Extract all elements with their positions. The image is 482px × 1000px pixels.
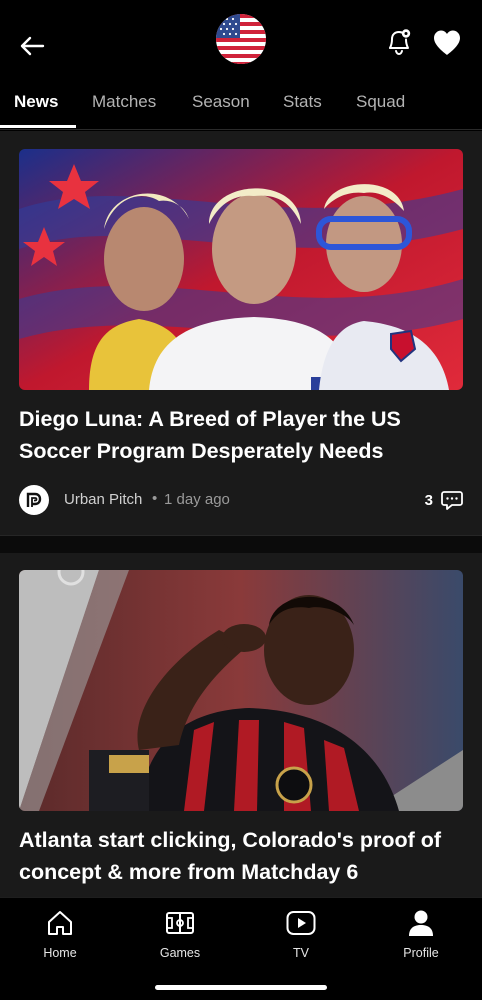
urban-pitch-logo-icon: [26, 492, 42, 507]
nav-tv[interactable]: TV: [261, 908, 341, 960]
nav-profile-label: Profile: [403, 946, 439, 960]
card-divider: [0, 535, 482, 553]
play-icon: [286, 911, 316, 935]
nav-tv-label: TV: [293, 946, 309, 960]
article-image[interactable]: [19, 570, 463, 811]
back-button[interactable]: [14, 28, 50, 64]
tab-stats[interactable]: Stats: [283, 92, 322, 112]
players-graphic: [19, 149, 463, 390]
article-title[interactable]: Diego Luna: A Breed of Player the US Soc…: [19, 403, 463, 467]
meta-separator: •: [152, 490, 158, 507]
section-tabs: News Matches Season Stats Squad: [0, 82, 482, 130]
source-logo[interactable]: [19, 485, 49, 515]
arrow-left-icon: [20, 36, 45, 56]
heart-icon: [434, 30, 460, 55]
person-icon: [409, 910, 433, 936]
tab-matches[interactable]: Matches: [92, 92, 156, 112]
active-tab-indicator: [0, 125, 76, 128]
nav-games[interactable]: Games: [140, 908, 220, 960]
team-flag-usa[interactable]: [216, 14, 266, 64]
source-name[interactable]: Urban Pitch: [64, 491, 142, 508]
news-feed[interactable]: Diego Luna: A Breed of Player the US Soc…: [0, 131, 482, 897]
comments-button[interactable]: 3: [425, 485, 463, 515]
tab-news[interactable]: News: [14, 92, 58, 112]
article-card[interactable]: Diego Luna: A Breed of Player the US Soc…: [0, 131, 482, 534]
pitch-icon: [166, 912, 194, 934]
bell-settings-icon: [389, 29, 411, 56]
home-indicator[interactable]: [155, 985, 327, 990]
article-card[interactable]: Atlanta start clicking, Colorado's proof…: [0, 553, 482, 897]
publish-time: 1 day ago: [164, 491, 230, 508]
usa-flag-icon: [216, 14, 266, 64]
home-icon: [48, 911, 72, 935]
tab-season[interactable]: Season: [192, 92, 250, 112]
article-image[interactable]: [19, 149, 463, 390]
tab-squad[interactable]: Squad: [356, 92, 405, 112]
article-title[interactable]: Atlanta start clicking, Colorado's proof…: [19, 824, 463, 888]
player-celebration-graphic: [19, 570, 463, 811]
comment-icon: [441, 490, 463, 510]
comment-count: 3: [424, 491, 433, 509]
nav-home[interactable]: Home: [20, 908, 100, 960]
nav-profile[interactable]: Profile: [381, 908, 461, 960]
favorite-button[interactable]: [430, 25, 464, 59]
article-meta: Urban Pitch • 1 day ago 3: [19, 485, 463, 515]
nav-home-label: Home: [43, 946, 77, 960]
nav-games-label: Games: [159, 946, 201, 960]
top-bar: [0, 0, 482, 82]
notifications-button[interactable]: [382, 25, 416, 59]
